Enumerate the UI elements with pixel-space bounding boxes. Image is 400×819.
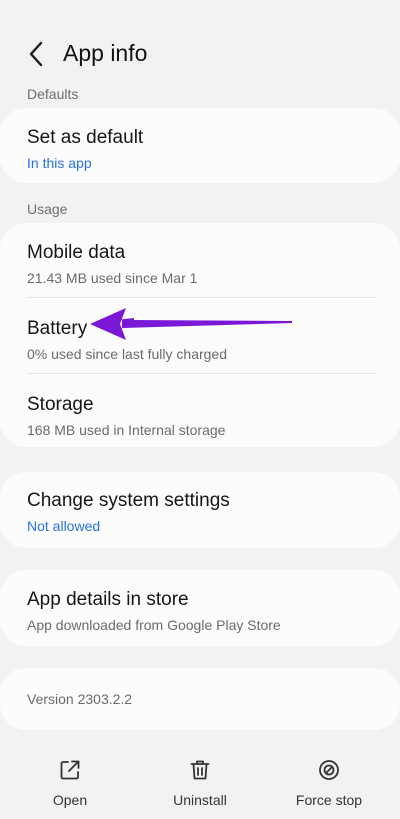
version-text: Version 2303.2.2	[27, 691, 133, 707]
uninstall-label: Uninstall	[173, 792, 227, 808]
uninstall-button[interactable]: Uninstall	[145, 758, 255, 808]
divider	[27, 373, 377, 374]
back-button[interactable]	[22, 38, 50, 70]
mobile-data-item[interactable]: Mobile data 21.43 MB used since Mar 1	[27, 241, 373, 287]
set-as-default-item[interactable]: Set as default In this app	[27, 126, 373, 172]
force-stop-icon	[319, 760, 339, 780]
app-details-in-store-item[interactable]: App details in store App downloaded from…	[27, 588, 373, 634]
version-item: Version 2303.2.2	[27, 690, 373, 708]
open-button[interactable]: Open	[15, 758, 125, 808]
version-card: Version 2303.2.2	[0, 668, 400, 730]
section-label-usage: Usage	[27, 201, 68, 217]
page-title: App info	[63, 40, 148, 66]
app-bar: App info	[0, 0, 400, 92]
chevron-left-icon	[29, 41, 43, 67]
annotation-arrow	[90, 308, 292, 340]
set-as-default-subtitle: In this app	[27, 155, 92, 171]
bottom-action-bar: Open Uninstall Force stop	[0, 740, 400, 819]
storage-subtitle: 168 MB used in Internal storage	[27, 422, 226, 438]
open-external-icon	[60, 760, 80, 780]
force-stop-button[interactable]: Force stop	[274, 758, 384, 808]
system-settings-card: Change system settings Not allowed	[0, 472, 400, 548]
change-system-settings-item[interactable]: Change system settings Not allowed	[27, 489, 373, 535]
app-details-subtitle: App downloaded from Google Play Store	[27, 617, 281, 633]
change-system-settings-title: Change system settings	[27, 490, 230, 511]
mobile-data-subtitle: 21.43 MB used since Mar 1	[27, 270, 198, 286]
mobile-data-title: Mobile data	[27, 242, 126, 263]
defaults-card: Set as default In this app	[0, 108, 400, 183]
open-label: Open	[52, 792, 88, 808]
battery-subtitle: 0% used since last fully charged	[27, 346, 227, 362]
set-as-default-title: Set as default	[27, 127, 144, 148]
store-card: App details in store App downloaded from…	[0, 570, 400, 646]
divider	[27, 297, 377, 298]
force-stop-label: Force stop	[295, 792, 363, 808]
storage-item[interactable]: Storage 168 MB used in Internal storage	[27, 393, 373, 439]
storage-title: Storage	[27, 394, 94, 415]
trash-icon	[190, 760, 210, 780]
section-label-defaults: Defaults	[27, 86, 79, 102]
change-system-settings-subtitle: Not allowed	[27, 518, 101, 534]
app-details-title: App details in store	[27, 589, 189, 610]
